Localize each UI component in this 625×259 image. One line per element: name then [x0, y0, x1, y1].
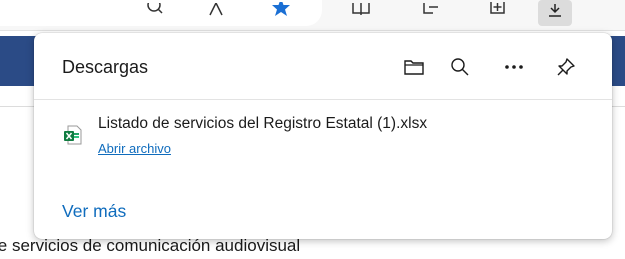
- download-item[interactable]: Listado de servicios del Registro Estata…: [52, 111, 592, 163]
- favorite-star-icon[interactable]: [270, 0, 292, 20]
- read-aloud-icon[interactable]: [205, 0, 227, 20]
- more-options-icon[interactable]: [500, 53, 528, 81]
- browser-toolbar: [0, 0, 625, 31]
- search-icon[interactable]: [145, 0, 167, 20]
- split-screen-icon[interactable]: [350, 0, 372, 20]
- search-icon[interactable]: [446, 53, 474, 81]
- page-body-text: le servicios de comunicación audiovisual: [0, 236, 301, 255]
- see-more-link[interactable]: Ver más: [62, 201, 126, 222]
- downloads-header: Descargas: [34, 33, 612, 100]
- pin-icon[interactable]: [552, 53, 580, 81]
- downloads-title: Descargas: [62, 57, 149, 77]
- folder-icon[interactable]: [400, 53, 428, 81]
- excel-file-icon: [64, 125, 82, 145]
- favorites-icon[interactable]: [420, 0, 442, 20]
- open-file-link[interactable]: Abrir archivo: [98, 141, 171, 156]
- downloads-flyout: Descargas Listado de servicios del Regis…: [34, 33, 612, 239]
- download-file-name: Listado de servicios del Registro Estata…: [98, 115, 428, 132]
- browser-window: le servicios de comunicación audiovisual…: [0, 0, 625, 259]
- downloads-icon[interactable]: [538, 0, 572, 26]
- collections-icon[interactable]: [486, 0, 508, 20]
